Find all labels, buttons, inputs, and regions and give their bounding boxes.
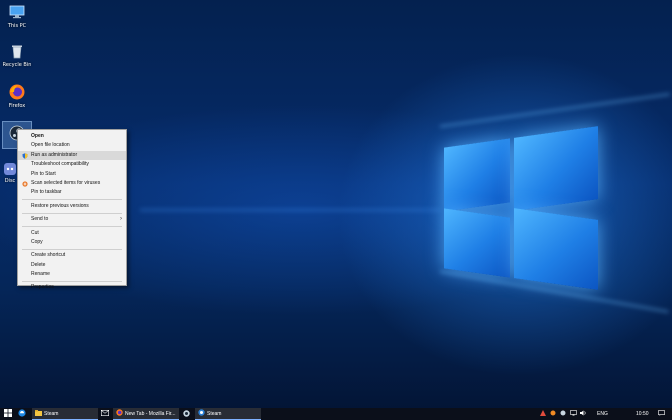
- menu-item-send-to[interactable]: Send to ›: [18, 215, 126, 224]
- menu-separator: [22, 280, 122, 282]
- windows-logo-pane: [514, 126, 598, 211]
- menu-item-troubleshoot-compatibility[interactable]: Troubleshoot compatibility: [18, 160, 126, 169]
- system-tray-icon: [550, 410, 556, 418]
- menu-item-scan-for-viruses[interactable]: Scan selected items for viruses: [18, 179, 126, 188]
- volume-tray-icon[interactable]: [580, 408, 587, 420]
- taskbar-app-steam[interactable]: Steam: [195, 408, 261, 420]
- menu-separator: [22, 199, 122, 201]
- tray-icon[interactable]: [560, 408, 566, 420]
- taskbar: Steam New Tab - Mozilla Fir... Steam ENG…: [0, 408, 672, 420]
- taskbar-app-steam-pinned[interactable]: [180, 408, 194, 420]
- system-tray-icon: [560, 410, 566, 418]
- windows-logo-pane: [514, 208, 598, 290]
- firefox-icon: [8, 83, 26, 101]
- edge-icon: [18, 409, 26, 419]
- desktop-icon-label: Firefox: [8, 103, 26, 109]
- chevron-right-icon: ›: [120, 216, 122, 223]
- desktop-icon-label: Recycle Bin: [2, 62, 32, 68]
- menu-item-pin-to-start[interactable]: Pin to Start: [18, 170, 126, 179]
- menu-item-run-as-administrator[interactable]: Run as administrator: [18, 150, 126, 161]
- windows-logo-pane: [444, 138, 510, 212]
- menu-item-open-file-location[interactable]: Open file location: [18, 141, 126, 150]
- menu-item-create-shortcut[interactable]: Create shortcut: [18, 251, 126, 260]
- network-icon: [570, 410, 577, 418]
- menu-item-open[interactable]: Open: [18, 132, 126, 141]
- menu-item-cut[interactable]: Cut: [18, 229, 126, 238]
- firefox-icon: [116, 409, 123, 418]
- windows-start-icon: [4, 409, 12, 419]
- desktop-icon-firefox[interactable]: Firefox: [0, 83, 34, 109]
- menu-item-rename[interactable]: Rename: [18, 270, 126, 279]
- steam-icon: [198, 409, 205, 418]
- steam-icon: [183, 409, 190, 419]
- menu-separator: [22, 248, 122, 250]
- mail-icon: [101, 410, 110, 418]
- network-tray-icon[interactable]: [570, 408, 577, 420]
- context-menu: Open Open file location Run as administr…: [17, 129, 127, 290]
- recycle-bin-icon: [8, 42, 26, 60]
- discord-icon: [3, 162, 17, 176]
- input-language-indicator[interactable]: ENG: [597, 408, 608, 420]
- menu-item-pin-to-taskbar[interactable]: Pin to taskbar: [18, 188, 126, 197]
- taskbar-app-mail[interactable]: [98, 408, 112, 420]
- volume-icon: [580, 410, 587, 418]
- menu-item-delete[interactable]: Delete: [18, 261, 126, 270]
- desktop-icon-label: This PC: [7, 23, 27, 29]
- start-button[interactable]: [4, 408, 12, 420]
- edge-taskbar-button[interactable]: [18, 408, 26, 420]
- clock[interactable]: 10:50: [636, 408, 649, 420]
- menu-item-properties[interactable]: Properties: [18, 283, 126, 292]
- menu-separator: [22, 212, 122, 214]
- folder-icon: [35, 409, 42, 418]
- menu-separator: [22, 226, 122, 228]
- menu-item-restore-previous-versions[interactable]: Restore previous versions: [18, 202, 126, 211]
- menu-item-copy[interactable]: Copy: [18, 238, 126, 247]
- desktop-icon-recycle-bin[interactable]: Recycle Bin: [0, 42, 34, 68]
- taskbar-app-steam-folder[interactable]: Steam: [32, 408, 98, 420]
- windows-logo-pane: [444, 208, 510, 278]
- tray-icon[interactable]: [540, 408, 546, 420]
- taskbar-app-firefox[interactable]: New Tab - Mozilla Fir...: [113, 408, 179, 420]
- tray-icon[interactable]: [550, 408, 556, 420]
- shield-icon: [22, 153, 28, 159]
- antivirus-icon: [22, 181, 28, 187]
- system-tray-icon: [540, 410, 546, 418]
- desktop-icon-this-pc[interactable]: This PC: [0, 3, 34, 29]
- action-center-button[interactable]: [658, 408, 665, 420]
- notification-icon: [658, 410, 665, 418]
- computer-icon: [8, 3, 26, 21]
